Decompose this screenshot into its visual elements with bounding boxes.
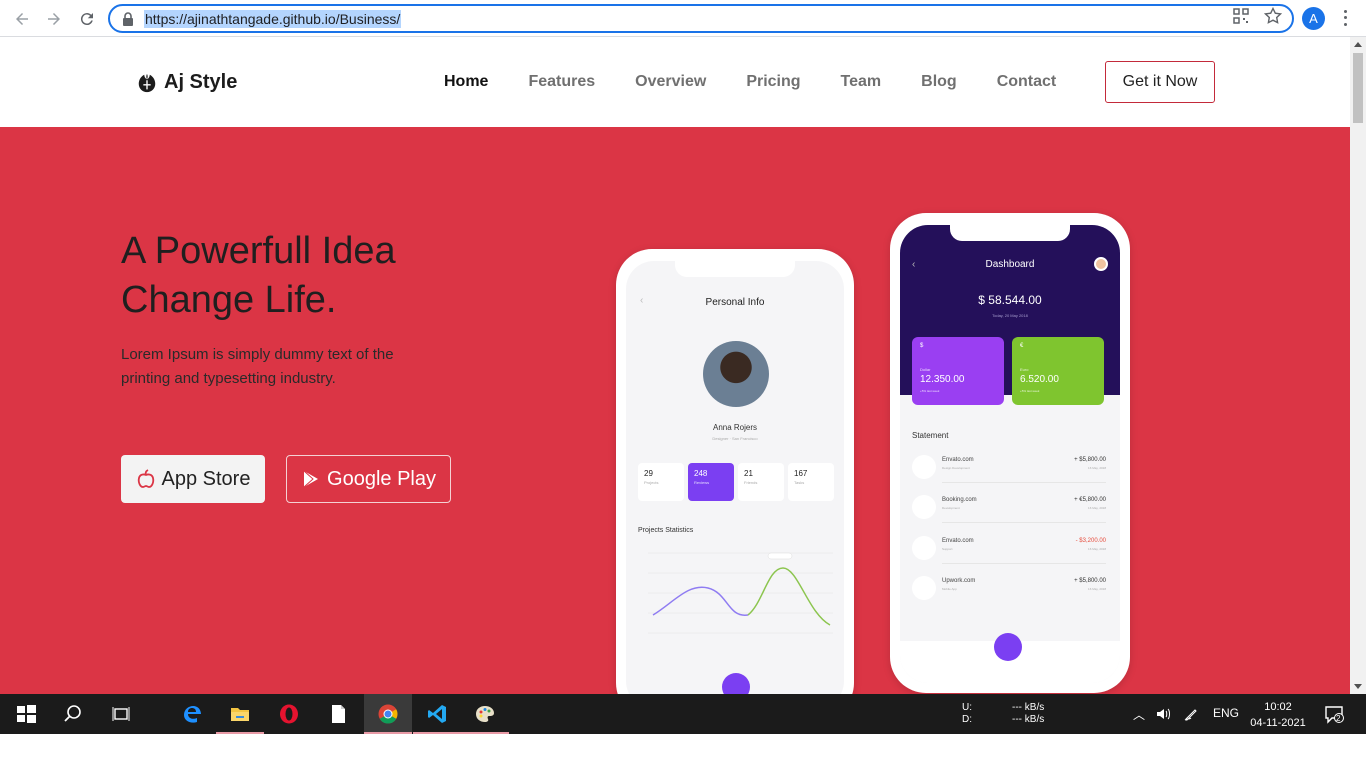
google-play-button[interactable]: Google Play <box>286 455 451 503</box>
phone1-section-title: Projects Statistics <box>638 527 694 534</box>
url-text[interactable]: https://ajinathtangade.github.io/Busines… <box>144 10 402 28</box>
statement-title: Statement <box>912 431 949 440</box>
taskbar-notepad[interactable] <box>314 694 362 734</box>
brand-logo[interactable]: Aj Style <box>136 71 237 94</box>
search-icon <box>64 705 81 722</box>
phone-mockup-personal-info: ‹ Personal Info Anna Rojers Designer · S… <box>616 249 854 694</box>
phone1-name: Anna Rojers <box>712 423 758 432</box>
notification-icon[interactable] <box>1324 704 1344 724</box>
desktop-strip <box>0 734 1366 768</box>
taskbar-paint[interactable] <box>461 694 509 734</box>
browser-toolbar: https://ajinathtangade.github.io/Busines… <box>0 0 1366 37</box>
volume-icon[interactable] <box>1155 706 1171 722</box>
site-header: Aj Style Home Features Overview Pricing … <box>0 37 1350 127</box>
start-button[interactable] <box>2 694 50 734</box>
taskbar-opera[interactable] <box>265 694 313 734</box>
taskbar-vscode[interactable] <box>413 694 461 734</box>
chevron-up-icon[interactable]: ︿ <box>1133 706 1145 723</box>
hero-section: A Powerfull Idea Change Life. Lorem Ipsu… <box>0 127 1350 694</box>
nav-pricing[interactable]: Pricing <box>746 73 800 91</box>
task-view-button[interactable] <box>97 694 145 734</box>
vscode-icon <box>428 705 446 723</box>
pen-icon[interactable] <box>1183 706 1199 722</box>
nav-home[interactable]: Home <box>444 73 488 91</box>
opera-icon <box>280 704 298 724</box>
card-dollar: $ Dollar 12.350.00 +5% last week <box>912 337 1004 405</box>
scroll-thumb[interactable] <box>1353 53 1363 123</box>
card-euro: € Euro 6.520.00 +5% last week <box>1012 337 1104 405</box>
stat-tasks: 167 Tasks <box>788 463 834 501</box>
app-store-button[interactable]: App Store <box>121 455 265 503</box>
nav-contact[interactable]: Contact <box>997 73 1057 91</box>
phone1-role: Designer · San Francisco <box>712 436 758 441</box>
qr-code-icon[interactable] <box>1232 7 1250 25</box>
web-page: Aj Style Home Features Overview Pricing … <box>0 37 1350 694</box>
notification-count: 2 <box>1336 714 1341 723</box>
task-view-icon <box>112 707 130 721</box>
chrome-icon <box>378 704 398 724</box>
nav-overview[interactable]: Overview <box>635 73 706 91</box>
rebel-logo-icon <box>138 73 156 92</box>
stat-projects: 29 Projects <box>638 463 684 501</box>
windows-taskbar: U: --- kB/s D: --- kB/s ︿ ENG 10:02 04-11-… <box>0 694 1366 734</box>
scroll-down-icon[interactable] <box>1354 684 1362 689</box>
document-icon <box>332 705 345 723</box>
play-store-icon <box>303 470 319 488</box>
dashboard-date: Today, 20 May 2018 <box>992 313 1028 318</box>
search-button[interactable] <box>49 694 97 734</box>
paint-palette-icon <box>476 706 494 722</box>
forward-icon[interactable] <box>43 8 65 30</box>
statement-row: Booking.com Development + €5,800.00 16 Ma… <box>912 493 1106 523</box>
projects-line-chart <box>648 552 833 634</box>
profile-avatar[interactable]: A <box>1302 7 1325 30</box>
network-speed: U: --- kB/s D: --- kB/s <box>962 702 1045 725</box>
phone-mockup-dashboard: ‹ Dashboard $ 58.544.00 Today, 20 May 20… <box>890 213 1130 693</box>
nav-team[interactable]: Team <box>841 73 882 91</box>
taskbar-edge[interactable] <box>168 694 216 734</box>
back-icon[interactable] <box>11 8 33 30</box>
phone2-title: Dashboard <box>985 259 1035 270</box>
stat-reviews: 248 Reviews <box>688 463 734 501</box>
dashboard-balance: $ 58.544.00 <box>978 293 1042 307</box>
language-indicator[interactable]: ENG <box>1213 706 1239 720</box>
main-nav: Home Features Overview Pricing Team Blog… <box>444 73 1096 91</box>
app-store-label: App Store <box>161 467 251 490</box>
brand-name: Aj Style <box>164 71 238 93</box>
statement-row: Upwork.com Mobile App + $5,800.00 16 May,… <box>912 574 1106 604</box>
phone1-fab <box>722 673 750 694</box>
bookmark-star-icon[interactable] <box>1264 7 1282 25</box>
windows-logo-icon <box>17 705 36 723</box>
taskbar-file-explorer[interactable] <box>216 694 264 734</box>
phone2-fab <box>994 633 1022 661</box>
nav-features[interactable]: Features <box>528 73 595 91</box>
phone1-stats: 29 Projects 248 Reviews 21 Friends 167 Tasks <box>638 463 834 501</box>
apple-icon <box>137 469 154 488</box>
statement-row: Envato.com Support - $3,200.00 16 May, 20… <box>912 534 1106 564</box>
edge-icon <box>184 706 201 723</box>
get-it-now-button[interactable]: Get it Now <box>1105 61 1215 103</box>
system-clock[interactable]: 10:02 04-11-2021 <box>1246 699 1310 731</box>
google-play-label: Google Play <box>327 467 436 490</box>
scroll-up-icon[interactable] <box>1354 42 1362 47</box>
folder-icon <box>231 708 249 721</box>
profile-photo <box>703 341 769 407</box>
reload-icon[interactable] <box>76 8 98 30</box>
browser-menu-icon[interactable] <box>1338 8 1352 28</box>
hero-lead: Lorem Ipsum is simply dummy text of the … <box>121 346 394 387</box>
hero-title: A Powerfull Idea Change Life. <box>121 230 396 321</box>
nav-blog[interactable]: Blog <box>921 73 957 91</box>
taskbar-chrome[interactable] <box>364 694 412 734</box>
page-scrollbar[interactable] <box>1350 37 1366 694</box>
phone1-title: Personal Info <box>705 297 765 308</box>
address-bar[interactable]: https://ajinathtangade.github.io/Busines… <box>108 4 1294 33</box>
stat-friends: 21 Friends <box>738 463 784 501</box>
dashboard-avatar <box>1094 257 1108 271</box>
lock-icon <box>123 12 133 26</box>
statement-row: Envato.com Design Development + $5,800.00… <box>912 453 1106 483</box>
